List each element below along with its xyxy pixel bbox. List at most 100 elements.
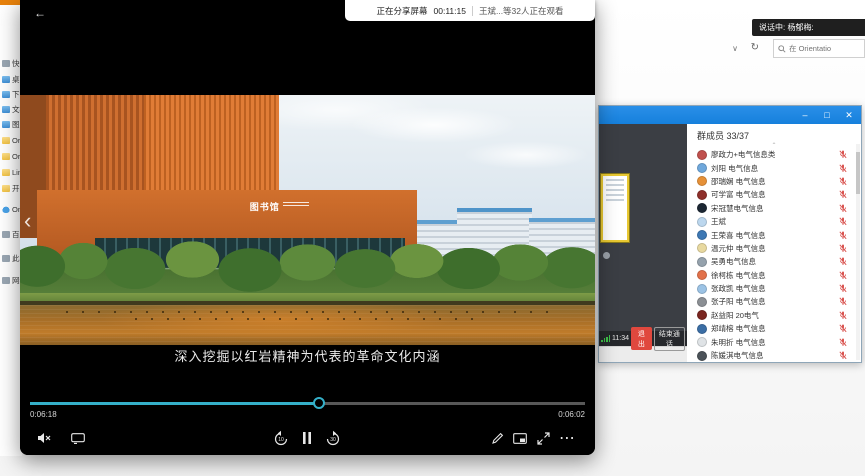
folder-icon bbox=[2, 153, 10, 160]
folder-icon bbox=[2, 255, 10, 262]
shared-document-thumbnail[interactable] bbox=[601, 174, 629, 242]
speaking-indicator-tooltip: 说话中: 杨郁梅: bbox=[752, 19, 865, 36]
maximize-button[interactable]: □ bbox=[821, 106, 833, 124]
avatar bbox=[697, 351, 707, 361]
mic-muted-icon[interactable] bbox=[839, 177, 847, 186]
mic-muted-icon[interactable] bbox=[839, 257, 847, 266]
mic-muted-icon[interactable] bbox=[839, 231, 847, 240]
chevron-down-icon[interactable]: ∨ bbox=[732, 44, 738, 53]
member-name: 张子阳 电气信息 bbox=[711, 296, 835, 307]
exit-button[interactable]: 退出 bbox=[631, 327, 652, 350]
member-row[interactable]: 王荣喜 电气信息 bbox=[687, 228, 861, 241]
explorer-nav-item[interactable]: 网络 bbox=[2, 274, 22, 287]
scrollbar-thumb[interactable] bbox=[856, 152, 860, 194]
mic-muted-icon[interactable] bbox=[839, 351, 847, 360]
explorer-nav-item[interactable]: 下载 bbox=[2, 88, 22, 101]
member-row[interactable]: 可学富 电气信息 bbox=[687, 188, 861, 201]
mic-muted-icon[interactable] bbox=[839, 217, 847, 226]
share-timer: 00:11:15 bbox=[434, 6, 466, 16]
member-row[interactable]: 温元仲 电气信息 bbox=[687, 242, 861, 255]
explorer-nav-item[interactable]: Link2 bbox=[2, 166, 22, 179]
member-row[interactable]: 邵瑞娴 电气信息 bbox=[687, 175, 861, 188]
explorer-nav-item[interactable]: 桌面 bbox=[2, 73, 22, 86]
mic-muted-icon[interactable] bbox=[839, 284, 847, 293]
explorer-nav-item[interactable]: OneDr bbox=[2, 203, 22, 216]
member-row[interactable]: 廖政力+电气信息类 bbox=[687, 148, 861, 161]
member-row[interactable]: 徐柯栋 电气信息 bbox=[687, 269, 861, 282]
member-name: 朱明折 电气信息 bbox=[711, 337, 835, 348]
video-frame: 图书馆 bbox=[20, 95, 595, 345]
explorer-nav-item[interactable]: 开学 bbox=[2, 182, 22, 195]
member-name: 张政凯 电气信息 bbox=[711, 283, 835, 294]
skip-forward-30-button[interactable]: 30 bbox=[323, 428, 343, 448]
skip-forward-label: 30 bbox=[323, 437, 343, 443]
member-name: 郑靖榕 电气信息 bbox=[711, 323, 835, 334]
skip-back-10-button[interactable]: 10 bbox=[271, 428, 291, 448]
edit-button[interactable] bbox=[487, 428, 507, 448]
chevron-left-icon[interactable]: ‹ bbox=[24, 210, 31, 232]
more-options-button[interactable]: ⋯ bbox=[557, 428, 577, 448]
fullscreen-button[interactable] bbox=[533, 428, 553, 448]
remaining-time: 0:06:02 bbox=[558, 410, 585, 419]
mic-muted-icon[interactable] bbox=[839, 190, 847, 199]
refresh-icon[interactable]: ↻ bbox=[751, 42, 759, 53]
folder-icon bbox=[2, 277, 10, 284]
skip-back-label: 10 bbox=[271, 437, 291, 443]
mic-muted-icon[interactable] bbox=[839, 297, 847, 306]
minimize-button[interactable]: – bbox=[799, 106, 811, 124]
subtitles-button[interactable] bbox=[68, 428, 88, 448]
seek-bar[interactable] bbox=[30, 402, 585, 405]
explorer-nav-item[interactable]: 此电脑 bbox=[2, 252, 22, 265]
mic-muted-icon[interactable] bbox=[839, 244, 847, 253]
explorer-nav-item[interactable]: Orien bbox=[2, 134, 22, 147]
mic-muted-icon[interactable] bbox=[839, 204, 847, 213]
member-row[interactable]: 宋冠慧电气信息 bbox=[687, 202, 861, 215]
file-explorer-nav-pane: 快速访 桌面 下载 文档 图片 Orie bbox=[0, 26, 22, 456]
back-arrow-icon[interactable]: ← bbox=[34, 6, 46, 20]
pause-button[interactable] bbox=[297, 428, 317, 448]
member-row[interactable]: 郑靖榕 电气信息 bbox=[687, 322, 861, 335]
gear-icon[interactable] bbox=[603, 252, 610, 259]
seek-handle[interactable] bbox=[313, 397, 325, 409]
member-row[interactable]: 张政凯 电气信息 bbox=[687, 282, 861, 295]
share-preview-area: 11:34 退出 结束通话 bbox=[599, 124, 687, 346]
explorer-nav-item[interactable]: 百度网 bbox=[2, 228, 22, 241]
background-window-strip bbox=[0, 0, 22, 5]
player-controls: 0:06:18 0:06:02 bbox=[20, 394, 595, 455]
mute-button[interactable] bbox=[34, 428, 54, 448]
member-name: 邵瑞娴 电气信息 bbox=[711, 176, 835, 187]
member-row[interactable]: 朱明折 电气信息 bbox=[687, 335, 861, 348]
call-duration: 11:34 bbox=[612, 335, 629, 342]
close-button[interactable]: ✕ bbox=[843, 106, 855, 124]
member-row[interactable]: 陈媛淇电气信息 bbox=[687, 349, 861, 362]
mic-muted-icon[interactable] bbox=[839, 311, 847, 320]
mic-muted-icon[interactable] bbox=[839, 164, 847, 173]
member-row[interactable]: 吴勇电气信息 bbox=[687, 255, 861, 268]
avatar bbox=[697, 284, 707, 294]
member-row[interactable]: 刘阳 电气信息 bbox=[687, 161, 861, 174]
member-row[interactable]: 赵益阳 20电气 bbox=[687, 309, 861, 322]
member-row[interactable]: 王斌 bbox=[687, 215, 861, 228]
members-header: 群成员 33/37 bbox=[687, 124, 861, 144]
mic-muted-icon[interactable] bbox=[839, 338, 847, 347]
mic-muted-icon[interactable] bbox=[839, 150, 847, 159]
library-tower bbox=[144, 95, 279, 195]
search-input[interactable] bbox=[789, 44, 859, 53]
member-name: 陈媛淇电气信息 bbox=[711, 350, 835, 361]
explorer-nav-item[interactable]: Orien bbox=[2, 150, 22, 163]
explorer-nav-item[interactable]: 快速访 bbox=[2, 57, 22, 70]
member-row[interactable]: 张子阳 电气信息 bbox=[687, 295, 861, 308]
mini-player-button[interactable] bbox=[510, 428, 530, 448]
folder-icon bbox=[2, 137, 10, 144]
explorer-search-box[interactable] bbox=[773, 39, 865, 58]
mic-muted-icon[interactable] bbox=[839, 271, 847, 280]
waterfowl-row bbox=[66, 311, 549, 313]
video-stage[interactable]: 图书馆 深入挖掘以红岩精神为代表的革命文化内涵 ‹ bbox=[20, 26, 595, 395]
end-call-button[interactable]: 结束通话 bbox=[654, 327, 685, 351]
members-scrollbar[interactable] bbox=[856, 144, 860, 360]
mic-muted-icon[interactable] bbox=[839, 324, 847, 333]
explorer-nav-item[interactable]: 图片 bbox=[2, 118, 22, 131]
member-name: 宋冠慧电气信息 bbox=[711, 203, 835, 214]
explorer-nav-item[interactable]: 文档 bbox=[2, 103, 22, 116]
avatar bbox=[697, 243, 707, 253]
